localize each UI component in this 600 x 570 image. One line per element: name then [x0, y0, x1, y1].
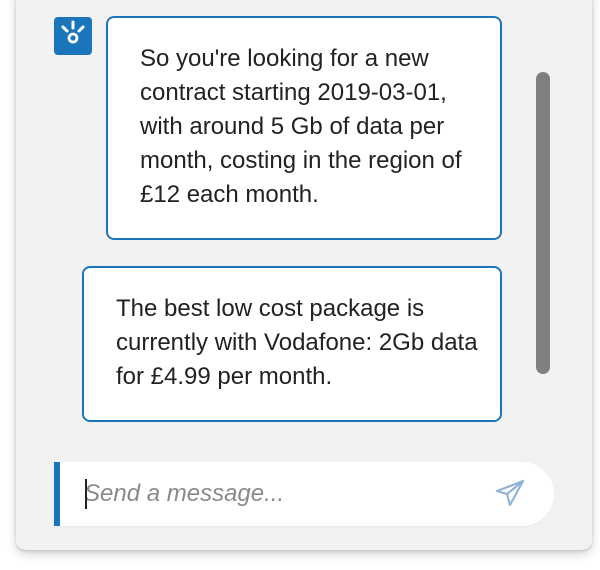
- bot-avatar: [54, 17, 92, 55]
- chat-window: So you're looking for a new contract sta…: [16, 0, 592, 550]
- paper-plane-icon: [495, 479, 525, 510]
- bot-logo-icon: [58, 19, 88, 54]
- text-cursor: [85, 479, 87, 509]
- composer-accent-bar: [54, 462, 60, 526]
- message-composer: [54, 462, 554, 526]
- message-text: So you're looking for a new contract sta…: [140, 45, 462, 208]
- bot-message: So you're looking for a new contract sta…: [106, 16, 502, 240]
- message-text: The best low cost package is currently w…: [116, 295, 478, 390]
- message-input[interactable]: [84, 476, 474, 512]
- scrollbar-thumb[interactable]: [536, 72, 550, 374]
- send-button[interactable]: [490, 476, 530, 512]
- bot-message: The best low cost package is currently w…: [82, 266, 502, 422]
